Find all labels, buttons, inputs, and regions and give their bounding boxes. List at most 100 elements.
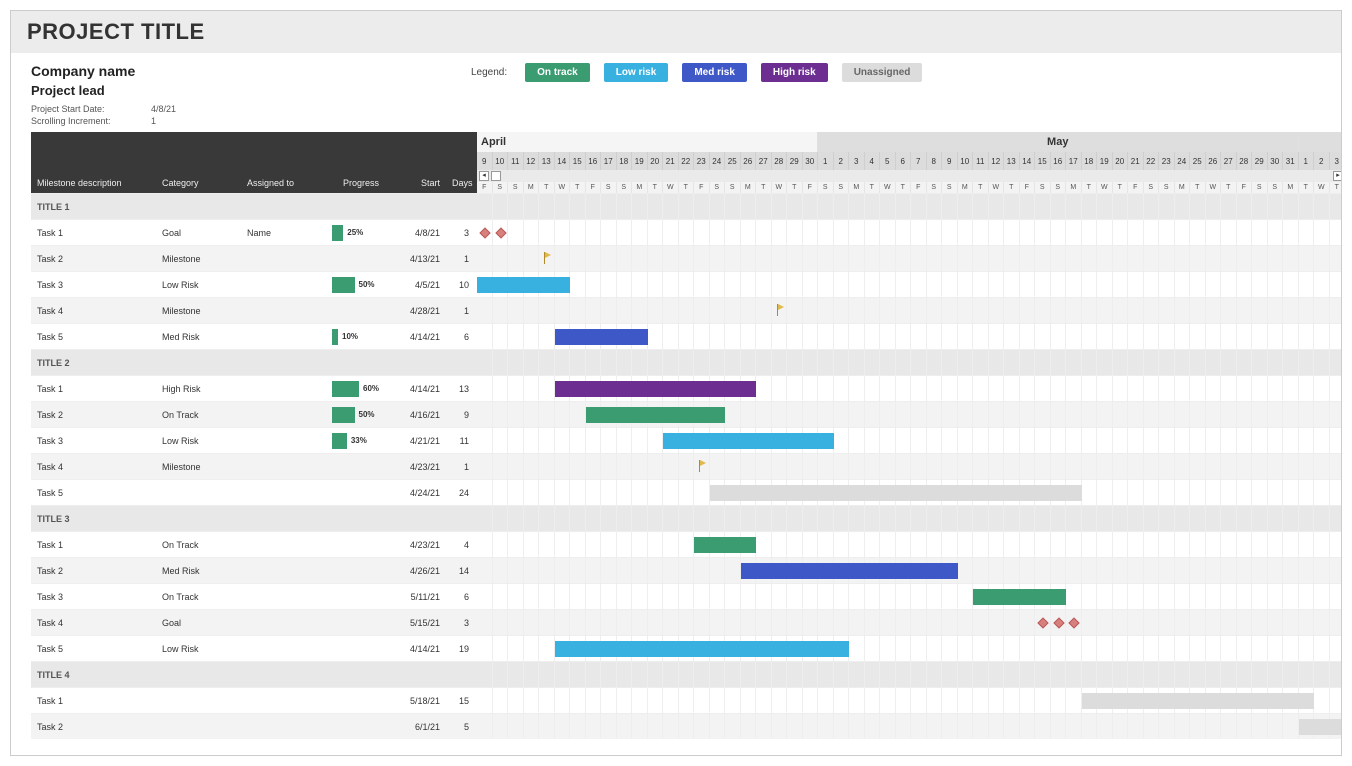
task-days: 6: [446, 332, 477, 342]
task-days: 1: [446, 306, 477, 316]
gantt-body: [477, 193, 1342, 739]
gantt-bar[interactable]: [1082, 693, 1315, 709]
gantt-bar[interactable]: [1299, 719, 1343, 735]
timeline-scrollbar[interactable]: ◂ ▸: [477, 170, 1342, 182]
task-name: Task 4: [31, 618, 156, 628]
dow-cell: T: [539, 182, 555, 193]
dow-cell: T: [1004, 182, 1020, 193]
task-category: Low Risk: [156, 280, 241, 290]
task-name: Task 4: [31, 306, 156, 316]
table-row[interactable]: Task 26/1/215: [31, 713, 477, 739]
dow-cell: W: [555, 182, 571, 193]
task-progress: 33%: [326, 433, 396, 449]
task-name: Task 3: [31, 280, 156, 290]
table-row[interactable]: Task 54/24/2124: [31, 479, 477, 505]
day-cell: 10: [958, 152, 974, 170]
day-cell: 15: [1035, 152, 1051, 170]
day-cell: 10: [493, 152, 509, 170]
dow-cell: S: [1268, 182, 1284, 193]
task-table-header: Milestone description Category Assigned …: [31, 132, 477, 193]
day-cell: 23: [1159, 152, 1175, 170]
table-row[interactable]: Task 3On Track5/11/216: [31, 583, 477, 609]
hdr-assigned: Assigned to: [241, 178, 326, 188]
scroll-right-button[interactable]: ▸: [1333, 171, 1342, 181]
table-row[interactable]: Task 1High Risk60%4/14/2113: [31, 375, 477, 401]
milestone-flag-icon: [697, 460, 707, 472]
gantt-bar[interactable]: [663, 433, 834, 449]
day-cell: 16: [586, 152, 602, 170]
project-lead: Project lead: [31, 83, 471, 98]
task-start: 4/16/21: [396, 410, 446, 420]
kv-val: 4/8/21: [151, 104, 176, 114]
day-cell: 13: [1004, 152, 1020, 170]
kv-key: Project Start Date:: [31, 104, 151, 114]
legend: Legend: On trackLow riskMed riskHigh ris…: [471, 63, 922, 82]
table-row[interactable]: Task 4Milestone4/23/211: [31, 453, 477, 479]
milestone-flag-icon: [542, 252, 552, 264]
table-row[interactable]: Task 3Low Risk33%4/21/2111: [31, 427, 477, 453]
task-progress: 10%: [326, 329, 396, 345]
gantt-row: [477, 219, 1342, 245]
task-category: Low Risk: [156, 436, 241, 446]
day-cell: 12: [524, 152, 540, 170]
table-row[interactable]: Task 4Goal5/15/213: [31, 609, 477, 635]
table-row[interactable]: Task 4Milestone 4/28/211: [31, 297, 477, 323]
dow-cell: S: [710, 182, 726, 193]
gantt-bar[interactable]: [555, 641, 850, 657]
gantt-bar[interactable]: [694, 537, 756, 553]
task-start: 4/23/21: [396, 462, 446, 472]
scroll-page-left[interactable]: [491, 171, 501, 181]
legend-chip-low: Low risk: [604, 63, 669, 82]
gantt-bar[interactable]: [586, 407, 726, 423]
day-cell: 17: [1066, 152, 1082, 170]
day-cell: 7: [911, 152, 927, 170]
gantt-bar[interactable]: [973, 589, 1066, 605]
gantt-bar[interactable]: [555, 381, 757, 397]
gantt-bar[interactable]: [741, 563, 958, 579]
table-row[interactable]: Task 3Low Risk50%4/5/2110: [31, 271, 477, 297]
gantt-bar[interactable]: [710, 485, 1082, 501]
day-cell: 31: [1283, 152, 1299, 170]
dow-cell: S: [725, 182, 741, 193]
task-category: Goal: [156, 228, 241, 238]
gantt-row: [477, 687, 1342, 713]
dow-cell: S: [508, 182, 524, 193]
day-cell: 12: [989, 152, 1005, 170]
day-cell: 29: [787, 152, 803, 170]
gantt-bar[interactable]: [555, 329, 648, 345]
gantt-row: [477, 375, 1342, 401]
gantt-row: [477, 323, 1342, 349]
task-start: 4/13/21: [396, 254, 446, 264]
month-cell: May: [818, 132, 1299, 152]
legend-chip-unassigned: Unassigned: [842, 63, 923, 82]
task-category: Milestone: [156, 306, 241, 316]
table-row[interactable]: Task 2On Track50%4/16/219: [31, 401, 477, 427]
task-start: 4/28/21: [396, 306, 446, 316]
table-row[interactable]: Task 5Med Risk10%4/14/216: [31, 323, 477, 349]
legend-chip-med: Med risk: [682, 63, 747, 82]
table-row[interactable]: Task 2Milestone4/13/211: [31, 245, 477, 271]
scroll-left-button[interactable]: ◂: [479, 171, 489, 181]
task-category: On Track: [156, 410, 241, 420]
task-days: 5: [446, 722, 477, 732]
dow-cell: S: [493, 182, 509, 193]
gantt-bar[interactable]: [477, 277, 570, 293]
task-category: Med Risk: [156, 566, 241, 576]
task-days: 10: [446, 280, 477, 290]
table-row[interactable]: Task 1On Track4/23/214: [31, 531, 477, 557]
day-cell: 21: [1128, 152, 1144, 170]
task-category: Goal: [156, 618, 241, 628]
hdr-days: Days: [446, 178, 477, 188]
day-cell: 3: [849, 152, 865, 170]
dow-cell: T: [896, 182, 912, 193]
task-name: Task 3: [31, 592, 156, 602]
task-name: Task 2: [31, 722, 156, 732]
table-row[interactable]: Task 2Med Risk4/26/2114: [31, 557, 477, 583]
table-row[interactable]: Task 5Low Risk4/14/2119: [31, 635, 477, 661]
table-row[interactable]: Task 15/18/2115: [31, 687, 477, 713]
dow-cell: S: [834, 182, 850, 193]
company-name: Company name: [31, 63, 471, 79]
table-row[interactable]: Task 1GoalName25%4/8/213: [31, 219, 477, 245]
task-table: Milestone description Category Assigned …: [31, 132, 477, 739]
section-title: TITLE 3: [31, 514, 156, 524]
